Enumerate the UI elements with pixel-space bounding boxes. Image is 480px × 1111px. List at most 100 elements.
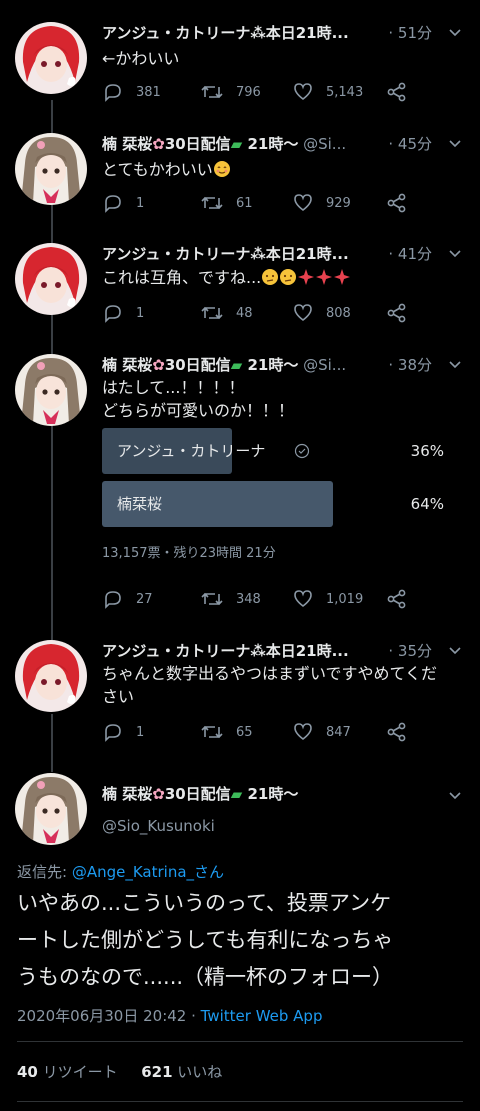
chevron-down-icon[interactable] xyxy=(446,642,464,660)
retweet-button[interactable]: 48 xyxy=(200,301,253,325)
tweet[interactable]: 楠 栞桜✿30日配信▰ 21時〜 @Si... · 45分 とてもかわいい 1 … xyxy=(0,133,480,228)
like-count: 808 xyxy=(326,305,351,321)
heart-icon xyxy=(294,590,312,608)
tweet-text-line: ちゃんと数字出るやつはまずいですやめてくだ xyxy=(102,664,438,683)
display-name-suffix[interactable]: 30日配信 xyxy=(165,785,231,803)
retweet-count: 48 xyxy=(236,305,253,321)
poll-option-label: アンジュ・カトリーナ xyxy=(117,442,266,460)
share-button[interactable] xyxy=(386,720,420,744)
tweet-text: これは互角、ですね... xyxy=(102,266,462,289)
sparkle-emoji-icon xyxy=(298,269,315,285)
display-name[interactable]: アンジュ・カトリーナ xyxy=(102,245,250,263)
display-name-suffix[interactable]: 本日21時... xyxy=(266,24,349,42)
like-stat[interactable]: 621 いいね xyxy=(141,1063,222,1081)
tweet-text: はたして...！！！！ どちらが可愛いのか！！！ xyxy=(102,376,462,422)
avatar[interactable] xyxy=(15,133,87,205)
reply-to-link[interactable]: @Ange_Katrina_さん xyxy=(72,863,224,881)
timestamp[interactable]: · 45分 xyxy=(384,133,432,155)
like-button[interactable]: 5,143 xyxy=(292,80,363,104)
timestamp[interactable]: · 51分 xyxy=(384,22,432,44)
chevron-down-icon[interactable] xyxy=(446,245,464,263)
handle[interactable]: @Si... xyxy=(298,356,346,374)
like-button[interactable]: 808 xyxy=(292,301,351,325)
like-button[interactable]: 1,019 xyxy=(292,587,363,611)
tweet-text-line: とてもかわいい xyxy=(102,160,213,179)
share-button[interactable] xyxy=(386,80,420,104)
display-name[interactable]: アンジュ・カトリーナ xyxy=(102,24,250,42)
divider xyxy=(17,1101,463,1102)
avatar[interactable] xyxy=(15,640,87,712)
avatar[interactable] xyxy=(15,22,87,94)
reply-icon xyxy=(105,305,121,323)
like-button[interactable]: 929 xyxy=(292,191,351,215)
tweet[interactable]: アンジュ・カトリーナ⁂本日21時... · 51分 ←かわいい 381 796 … xyxy=(0,22,480,117)
like-count: 929 xyxy=(326,195,351,211)
handle[interactable]: @Si... xyxy=(298,135,346,153)
emoji-icon: ⁂ xyxy=(250,245,266,263)
sakura-icon: ✿ xyxy=(152,356,165,374)
action-bar: 27 348 1,019 xyxy=(102,587,422,611)
emoji-icon: ⁂ xyxy=(250,24,266,42)
display-name-suffix[interactable]: 21時〜 xyxy=(242,135,298,153)
chevron-down-icon[interactable] xyxy=(446,135,464,153)
sakura-icon: ✿ xyxy=(152,785,165,803)
share-button[interactable] xyxy=(386,301,420,325)
share-button[interactable] xyxy=(386,587,420,611)
display-name[interactable]: 楠 栞桜 xyxy=(102,785,152,803)
avatar[interactable] xyxy=(15,773,87,845)
chevron-down-icon[interactable] xyxy=(446,787,464,805)
reply-button[interactable]: 1 xyxy=(102,720,144,744)
retweet-button[interactable]: 348 xyxy=(200,587,261,611)
display-name[interactable]: 楠 栞桜 xyxy=(102,356,152,374)
timestamp[interactable]: · 41分 xyxy=(384,243,432,265)
pistol-icon: ▰ xyxy=(230,356,243,374)
like-count: 1,019 xyxy=(326,591,364,607)
display-name-suffix[interactable]: 本日21時... xyxy=(266,642,349,660)
tweet[interactable]: 楠 栞桜✿30日配信▰ 21時〜 @Si... · 38分 はたして...！！！… xyxy=(0,354,480,616)
heart-icon xyxy=(294,83,312,101)
handle[interactable]: @Sio_Kusunoki xyxy=(102,817,215,835)
tweet[interactable]: アンジュ・カトリーナ⁂本日21時... · 41分 これは互角、ですね... 1… xyxy=(0,243,480,338)
sparkle-emoji-icon xyxy=(334,269,351,285)
share-button[interactable] xyxy=(386,191,420,215)
retweet-count: 61 xyxy=(236,195,253,211)
timestamp[interactable]: · 38分 xyxy=(384,354,432,376)
display-name-suffix[interactable]: 30日配信 xyxy=(165,135,231,153)
display-name-suffix[interactable]: 21時〜 xyxy=(242,356,298,374)
avatar[interactable] xyxy=(15,243,87,315)
avatar[interactable] xyxy=(15,354,87,426)
display-name-suffix[interactable]: 30日配信 xyxy=(165,356,231,374)
tweet-date[interactable]: 2020年06月30日 20:42 · xyxy=(17,1007,201,1025)
tweet-text-line: はたして...！！！！ xyxy=(102,378,245,397)
tweet-text-line: うものなので......（精一杯のフォロー） xyxy=(17,965,394,989)
action-bar: 1 48 808 xyxy=(102,301,422,325)
like-count: 847 xyxy=(326,724,351,740)
display-name-suffix[interactable]: 本日21時... xyxy=(266,245,349,263)
source-app-link[interactable]: Twitter Web App xyxy=(201,1007,323,1025)
tweet-text: ←かわいい xyxy=(102,47,462,70)
display-name[interactable]: 楠 栞桜 xyxy=(102,135,152,153)
display-name[interactable]: アンジュ・カトリーナ xyxy=(102,642,250,660)
display-name-suffix[interactable]: 21時〜 xyxy=(242,785,298,803)
retweet-button[interactable]: 796 xyxy=(200,80,261,104)
tweet[interactable]: アンジュ・カトリーナ⁂本日21時... · 35分 ちゃんと数字出るやつはまずい… xyxy=(0,640,480,750)
retweet-stat[interactable]: 40 リツイート xyxy=(17,1063,118,1081)
reply-count: 27 xyxy=(136,591,153,607)
like-button[interactable]: 847 xyxy=(292,720,351,744)
sakura-icon: ✿ xyxy=(152,135,165,153)
poll-option-percent: 36% xyxy=(410,442,444,460)
chevron-down-icon[interactable] xyxy=(446,24,464,42)
timestamp[interactable]: · 35分 xyxy=(384,640,432,662)
chevron-down-icon[interactable] xyxy=(446,356,464,374)
retweet-button[interactable]: 65 xyxy=(200,720,253,744)
retweet-button[interactable]: 61 xyxy=(200,191,253,215)
reply-button[interactable]: 1 xyxy=(102,191,144,215)
reply-count: 381 xyxy=(136,84,161,100)
reply-button[interactable]: 381 xyxy=(102,80,161,104)
action-bar: 1 61 929 xyxy=(102,191,422,215)
reply-button[interactable]: 1 xyxy=(102,301,144,325)
thinking-face-emoji-icon xyxy=(262,269,279,285)
main-tweet-text: いやあの...こういうのって、投票アンケ ートした側がどうしても有利になっちゃ … xyxy=(17,885,467,996)
reply-count: 1 xyxy=(136,195,145,211)
reply-button[interactable]: 27 xyxy=(102,587,153,611)
